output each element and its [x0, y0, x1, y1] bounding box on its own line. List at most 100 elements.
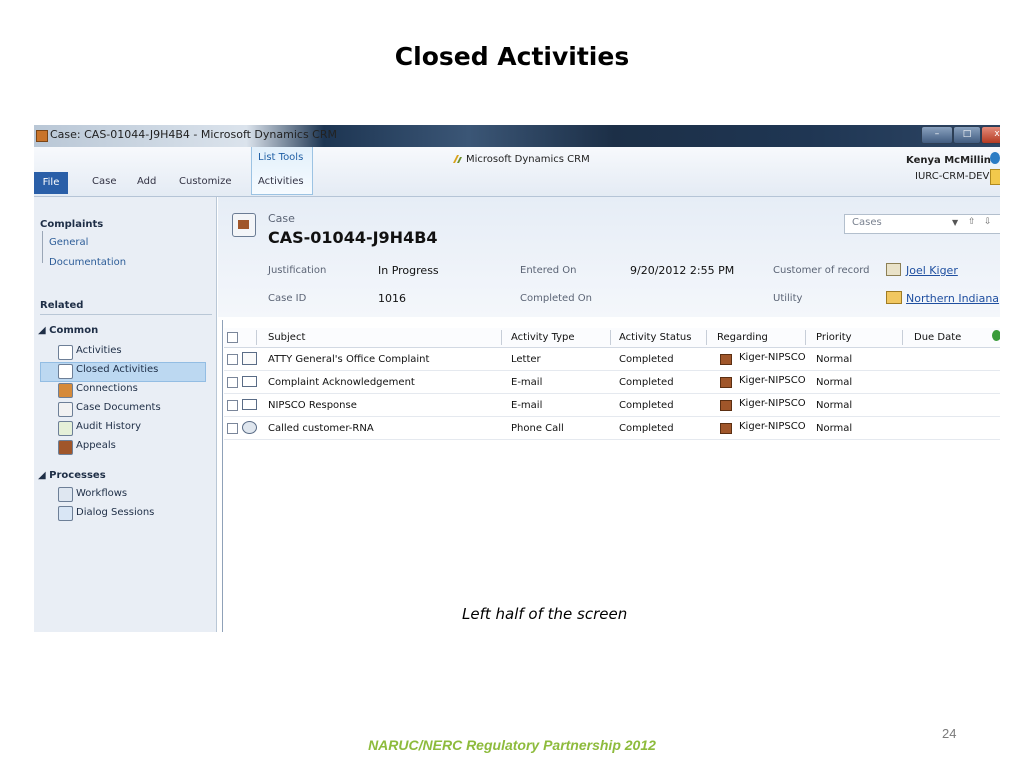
connections-icon [58, 383, 73, 398]
nav-entity-title: Complaints [40, 219, 104, 230]
column-separator [256, 330, 257, 345]
cell-activity-status: Completed [619, 377, 674, 388]
audit-history-icon [58, 421, 73, 436]
phone-icon [242, 421, 257, 434]
cell-regarding[interactable]: Kiger-NIPSCO [739, 398, 806, 409]
case-icon [720, 354, 732, 365]
nav-tree-line [42, 231, 44, 263]
help-icon[interactable] [990, 152, 1000, 164]
cell-regarding[interactable]: Kiger-NIPSCO [739, 421, 806, 432]
close-button[interactable]: x [981, 126, 1000, 144]
cell-activity-type: E-mail [511, 377, 543, 388]
minimize-button[interactable]: – [921, 126, 953, 144]
cell-priority: Normal [816, 423, 853, 434]
window-title: Case: CAS-01044-J9H4B4 - Microsoft Dynam… [50, 128, 337, 141]
nav-item-connections[interactable]: Connections [76, 383, 138, 394]
column-header-subject[interactable]: Subject [268, 332, 305, 343]
nav-common-heading[interactable]: ◢ Common [38, 325, 98, 336]
row-checkbox[interactable] [227, 377, 238, 388]
row-checkbox[interactable] [227, 354, 238, 365]
nav-processes-heading[interactable]: ◢ Processes [38, 470, 106, 481]
case-id-value: 1016 [378, 292, 406, 305]
entered-on-value: 9/20/2012 2:55 PM [630, 264, 735, 277]
case-icon [720, 400, 732, 411]
org-name: IURC-CRM-DEV [915, 171, 990, 182]
row-checkbox[interactable] [227, 400, 238, 411]
tab-case[interactable]: Case [92, 176, 116, 187]
cell-activity-status: Completed [619, 423, 674, 434]
utility-link[interactable]: Northern Indiana [906, 292, 999, 305]
cell-activity-type: Letter [511, 354, 541, 365]
nav-item-appeals[interactable]: Appeals [76, 440, 116, 451]
column-header-due-date[interactable]: Due Date [914, 332, 961, 343]
cell-subject[interactable]: ATTY General's Office Complaint [268, 354, 429, 365]
previous-record-icon[interactable]: ⇧ [968, 217, 976, 227]
case-record-icon [232, 213, 256, 237]
column-separator [805, 330, 806, 345]
tab-customize[interactable]: Customize [179, 176, 232, 187]
customer-of-record-link[interactable]: Joel Kiger [906, 264, 958, 277]
nav-item-general[interactable]: General [49, 237, 88, 248]
cell-subject[interactable]: NIPSCO Response [268, 400, 357, 411]
file-tab[interactable]: File [34, 172, 68, 194]
record-id: CAS-01044-J9H4B4 [268, 228, 438, 247]
justification-label: Justification [268, 265, 327, 276]
nav-item-workflows[interactable]: Workflows [76, 488, 127, 499]
dropdown-arrow-icon[interactable]: ▼ [952, 218, 958, 227]
grid-left-border [222, 320, 223, 632]
nav-related-heading: Related [40, 300, 84, 311]
nav-processes-label: Processes [49, 470, 106, 481]
cell-activity-status: Completed [619, 354, 674, 365]
column-header-priority[interactable]: Priority [816, 332, 852, 343]
nav-divider [40, 314, 212, 315]
next-record-icon[interactable]: ⇩ [984, 217, 992, 227]
workflows-icon [58, 487, 73, 502]
slide-title: Closed Activities [394, 42, 630, 71]
cell-activity-type: E-mail [511, 400, 543, 411]
entered-on-label: Entered On [520, 265, 577, 276]
cell-regarding[interactable]: Kiger-NIPSCO [739, 375, 806, 386]
view-selector-value: Cases [852, 217, 882, 228]
column-header-activity-type[interactable]: Activity Type [511, 332, 575, 343]
nav-item-closed-activities[interactable]: Closed Activities [76, 364, 158, 375]
cell-subject[interactable]: Complaint Acknowledgement [268, 377, 415, 388]
nav-item-documentation[interactable]: Documentation [49, 257, 126, 268]
column-separator [902, 330, 903, 345]
nav-item-dialog-sessions[interactable]: Dialog Sessions [76, 507, 154, 518]
nav-item-activities[interactable]: Activities [76, 345, 122, 356]
slide-footer: NARUC/NERC Regulatory Partnership 2012 [368, 737, 656, 753]
cell-priority: Normal [816, 377, 853, 388]
list-tools-label: List Tools [258, 152, 304, 163]
tab-add[interactable]: Add [137, 176, 156, 187]
column-separator [501, 330, 502, 345]
nav-item-case-documents[interactable]: Case Documents [76, 402, 161, 413]
letter-icon [242, 352, 257, 365]
dynamics-logo-icon [453, 155, 462, 163]
slide-caption: Left half of the screen [462, 605, 628, 623]
row-checkbox[interactable] [227, 423, 238, 434]
activities-icon [58, 345, 73, 360]
cell-subject[interactable]: Called customer-RNA [268, 423, 374, 434]
nav-item-audit-history[interactable]: Audit History [76, 421, 141, 432]
customer-of-record-label: Customer of record [773, 265, 870, 276]
collapse-icon: ◢ [38, 470, 50, 481]
collapse-icon: ◢ [38, 325, 50, 336]
cell-priority: Normal [816, 400, 853, 411]
column-header-regarding[interactable]: Regarding [717, 332, 768, 343]
utility-label: Utility [773, 293, 803, 304]
maximize-button[interactable]: □ [953, 126, 981, 144]
select-all-checkbox[interactable] [227, 332, 238, 343]
dialog-sessions-icon [58, 506, 73, 521]
email-icon [242, 376, 257, 387]
column-separator [610, 330, 611, 345]
case-icon [720, 377, 732, 388]
crm-screenshot: Case: CAS-01044-J9H4B4 - Microsoft Dynam… [34, 125, 1000, 632]
user-name[interactable]: Kenya McMillin [906, 155, 991, 166]
tab-activities[interactable]: Activities [258, 176, 304, 187]
column-header-activity-status[interactable]: Activity Status [619, 332, 691, 343]
brand-label: Microsoft Dynamics CRM [466, 154, 590, 165]
refresh-icon[interactable] [992, 330, 1000, 341]
cell-regarding[interactable]: Kiger-NIPSCO [739, 352, 806, 363]
notification-icon[interactable] [990, 169, 1000, 185]
justification-value: In Progress [378, 264, 439, 277]
